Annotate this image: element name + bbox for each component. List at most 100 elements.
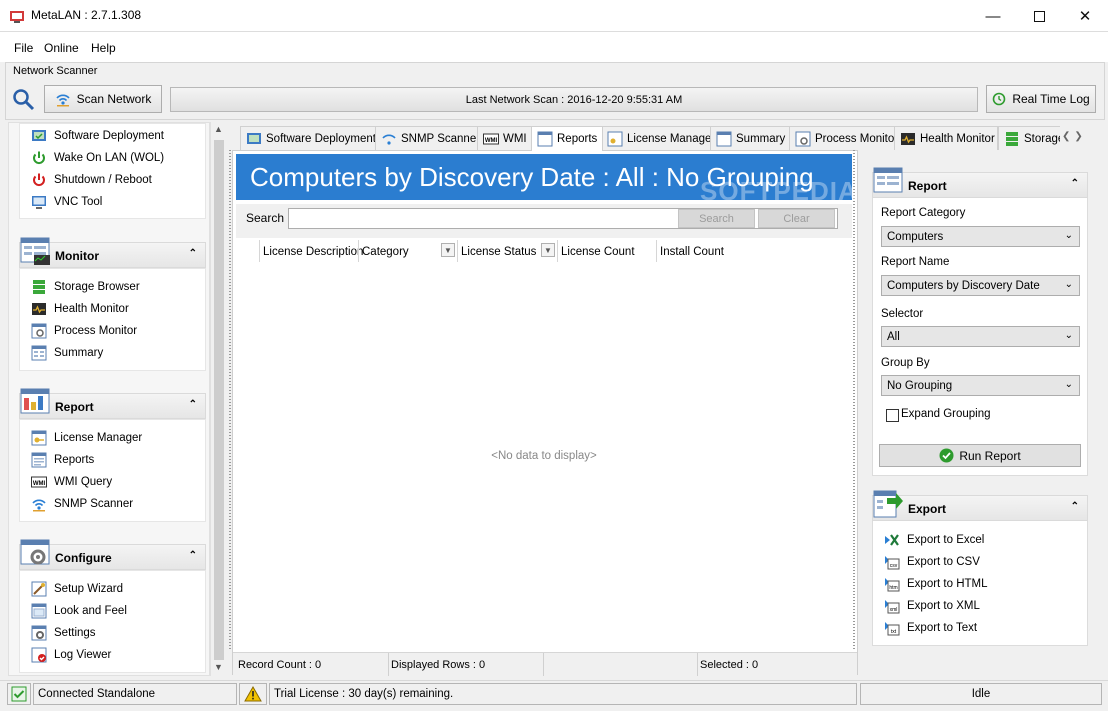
storage-icon — [1006, 131, 1018, 146]
nav-snmp-scanner[interactable]: SNMP Scanner — [31, 494, 133, 514]
status-bar: Connected Standalone Trial License : 30 … — [0, 680, 1108, 711]
scrollbar-thumb[interactable] — [214, 140, 224, 660]
nav-log-viewer[interactable]: Log Viewer — [31, 645, 111, 665]
report-section-icon — [20, 388, 50, 414]
minimize-button[interactable]: — — [970, 0, 1016, 32]
export-to-text[interactable]: txt Export to Text — [884, 618, 977, 638]
nav-settings[interactable]: Settings — [31, 623, 96, 643]
menu-file[interactable]: File — [14, 41, 33, 55]
nav-reports[interactable]: Reports — [31, 450, 94, 470]
expand-grouping-checkbox[interactable] — [886, 409, 899, 422]
report-panel-header[interactable]: Report ⌃ — [872, 167, 1088, 198]
tab-reports[interactable]: Reports — [531, 126, 604, 151]
nav-process-monitor[interactable]: Process Monitor — [31, 321, 137, 341]
nav-vnc-tool[interactable]: VNC Tool — [31, 192, 102, 212]
search-input[interactable] — [288, 208, 838, 229]
report-name-label: Report Name — [881, 256, 950, 268]
run-report-button[interactable]: Run Report — [879, 444, 1081, 467]
export-to-excel[interactable]: Export to Excel — [884, 530, 984, 550]
collapse-chevron-icon[interactable]: ⌃ — [1071, 501, 1079, 512]
scroll-up-icon[interactable]: ▲ — [214, 124, 223, 134]
nav-storage-browser[interactable]: Storage Browser — [31, 277, 140, 297]
export-panel-header[interactable]: Export ⌃ — [872, 490, 1088, 521]
nav-software-deployment[interactable]: Software Deployment — [31, 126, 164, 146]
displayed-rows: Displayed Rows : 0 — [391, 659, 486, 671]
real-time-log-button[interactable]: Real Time Log — [986, 85, 1096, 113]
tab-scroll-right-icon[interactable]: ❯ — [1074, 131, 1082, 147]
nav-software-deployment-label: Software Deployment — [54, 130, 164, 142]
nav-look-and-feel-label: Look and Feel — [54, 605, 127, 617]
reports-icon — [31, 452, 47, 468]
report-category-select[interactable]: Computers ⌄ — [881, 226, 1080, 247]
checkmark-icon — [939, 448, 954, 463]
health-monitor-icon — [32, 303, 46, 315]
nav-setup-wizard-label: Setup Wizard — [54, 583, 124, 595]
nav-wmi-query[interactable]: WMI WMI Query — [31, 472, 112, 492]
search-button[interactable]: Search — [678, 209, 755, 228]
nav-license-manager[interactable]: License Manager — [31, 428, 142, 448]
collapse-chevron-icon[interactable]: ⌃ — [189, 550, 197, 561]
scan-network-label: Scan Network — [76, 92, 152, 106]
tab-label: Health Monitor — [920, 132, 995, 145]
tab-storage[interactable]: Storage — [998, 126, 1060, 150]
clear-button[interactable]: Clear — [758, 209, 835, 228]
license-status-filter-icon[interactable]: ▼ — [541, 243, 555, 257]
menu-online[interactable]: Online — [44, 41, 79, 55]
nav-wake-on-lan[interactable]: Wake On LAN (WOL) — [31, 148, 164, 168]
splitter-right[interactable] — [853, 150, 855, 650]
report-section-header[interactable]: Report ⌃ — [19, 388, 206, 419]
tab-software-deployment[interactable]: Software Deployment — [240, 126, 382, 150]
tab-label: Reports — [557, 133, 598, 145]
export-to-csv[interactable]: csv Export to CSV — [884, 552, 980, 572]
nav-storage-browser-label: Storage Browser — [54, 281, 140, 293]
nav-summary-label: Summary — [54, 347, 104, 359]
tab-snmp-scanner[interactable]: SNMP Scanner — [375, 126, 487, 150]
process-monitor-icon — [795, 131, 811, 146]
column-license-status[interactable]: License Status — [461, 242, 536, 262]
tab-process-monitor[interactable]: Process Monitor — [789, 126, 905, 150]
export-to-html[interactable]: htm Export to HTML — [884, 574, 988, 594]
collapse-chevron-icon[interactable]: ⌃ — [1071, 178, 1079, 189]
splitter-left[interactable] — [229, 150, 231, 650]
tab-scroll-left-icon[interactable]: ❮ — [1062, 131, 1070, 147]
nav-reports-label: Reports — [54, 454, 95, 466]
navigation-scrollbar[interactable]: ▲ ▼ — [210, 122, 227, 676]
tab-summary[interactable]: Summary — [710, 126, 792, 150]
collapse-chevron-icon[interactable]: ⌃ — [189, 248, 197, 259]
collapse-chevron-icon[interactable]: ⌃ — [189, 399, 197, 410]
column-category[interactable]: Category — [362, 242, 409, 262]
search-icon[interactable] — [12, 88, 36, 112]
scan-network-button[interactable]: Scan Network — [44, 85, 162, 113]
close-button[interactable]: ✕ — [1062, 0, 1108, 32]
tab-license-manager[interactable]: License Manager — [601, 126, 722, 150]
html-file-icon: htm — [885, 578, 900, 592]
empty-grid-message: <No data to display> — [491, 450, 597, 462]
column-license-description[interactable]: License Description — [263, 242, 363, 262]
monitor-section-header[interactable]: Monitor ⌃ — [19, 237, 206, 268]
tab-label: License Manager — [627, 132, 716, 145]
nav-shutdown-reboot[interactable]: Shutdown / Reboot — [31, 170, 152, 190]
tab-health-monitor[interactable]: Health Monitor — [894, 126, 998, 150]
license-manager-icon — [607, 131, 623, 146]
configure-section-header[interactable]: Configure ⌃ — [19, 539, 206, 570]
column-license-count[interactable]: License Count — [561, 242, 635, 262]
selector-select[interactable]: All ⌄ — [881, 326, 1080, 347]
export-to-xml[interactable]: xml Export to XML — [884, 596, 980, 616]
monitor-section-title: Monitor — [55, 249, 99, 263]
monitor-section-icon — [20, 237, 50, 265]
nav-setup-wizard[interactable]: Setup Wizard — [31, 579, 123, 599]
nav-summary[interactable]: Summary — [31, 343, 103, 363]
tab-wmi[interactable]: WMI WMI — [477, 126, 533, 150]
menu-help[interactable]: Help — [91, 41, 116, 55]
category-filter-icon[interactable]: ▼ — [441, 243, 455, 257]
power-icon — [33, 151, 45, 164]
scroll-down-icon[interactable]: ▼ — [214, 662, 223, 672]
report-name-select[interactable]: Computers by Discovery Date ⌄ — [881, 275, 1080, 296]
group-by-select[interactable]: No Grouping ⌄ — [881, 375, 1080, 396]
nav-look-and-feel[interactable]: Look and Feel — [31, 601, 127, 621]
column-install-count[interactable]: Install Count — [660, 242, 724, 262]
record-count: Record Count : 0 — [238, 659, 322, 671]
maximize-button[interactable] — [1016, 0, 1062, 32]
nav-health-monitor[interactable]: Health Monitor — [31, 299, 129, 319]
license-warning-icon-box — [239, 683, 267, 705]
